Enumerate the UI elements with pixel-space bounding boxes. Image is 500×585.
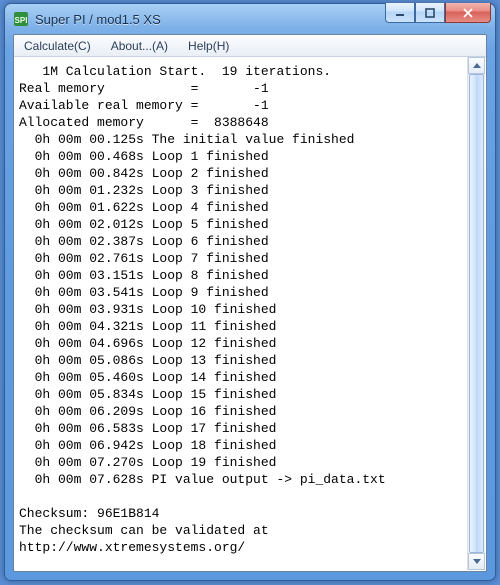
menu-bar: Calculate(C) About...(A) Help(H) bbox=[14, 35, 486, 57]
title-bar[interactable]: SPI Super PI / mod1.5 XS bbox=[5, 4, 495, 34]
app-window: SPI Super PI / mod1.5 XS Calculate(C) Ab… bbox=[4, 3, 496, 581]
vertical-scrollbar[interactable] bbox=[467, 57, 485, 570]
content-wrap: 1M Calculation Start. 19 iterations. Rea… bbox=[15, 57, 485, 570]
svg-text:SPI: SPI bbox=[15, 16, 28, 25]
scroll-down-button[interactable] bbox=[468, 553, 485, 570]
chevron-down-icon bbox=[473, 559, 481, 564]
scroll-track[interactable] bbox=[468, 74, 485, 553]
chevron-up-icon bbox=[473, 63, 481, 68]
menu-help[interactable]: Help(H) bbox=[178, 35, 239, 56]
scroll-up-button[interactable] bbox=[468, 57, 485, 74]
close-button[interactable] bbox=[445, 3, 491, 23]
menu-about[interactable]: About...(A) bbox=[101, 35, 178, 56]
window-buttons bbox=[385, 3, 491, 23]
output-pane: 1M Calculation Start. 19 iterations. Rea… bbox=[15, 57, 467, 570]
maximize-button[interactable] bbox=[415, 3, 445, 23]
client-area: Calculate(C) About...(A) Help(H) 1M Calc… bbox=[13, 34, 487, 572]
app-icon: SPI bbox=[13, 11, 29, 27]
scroll-thumb[interactable] bbox=[469, 74, 484, 553]
menu-calculate[interactable]: Calculate(C) bbox=[14, 35, 101, 56]
minimize-button[interactable] bbox=[385, 3, 415, 23]
